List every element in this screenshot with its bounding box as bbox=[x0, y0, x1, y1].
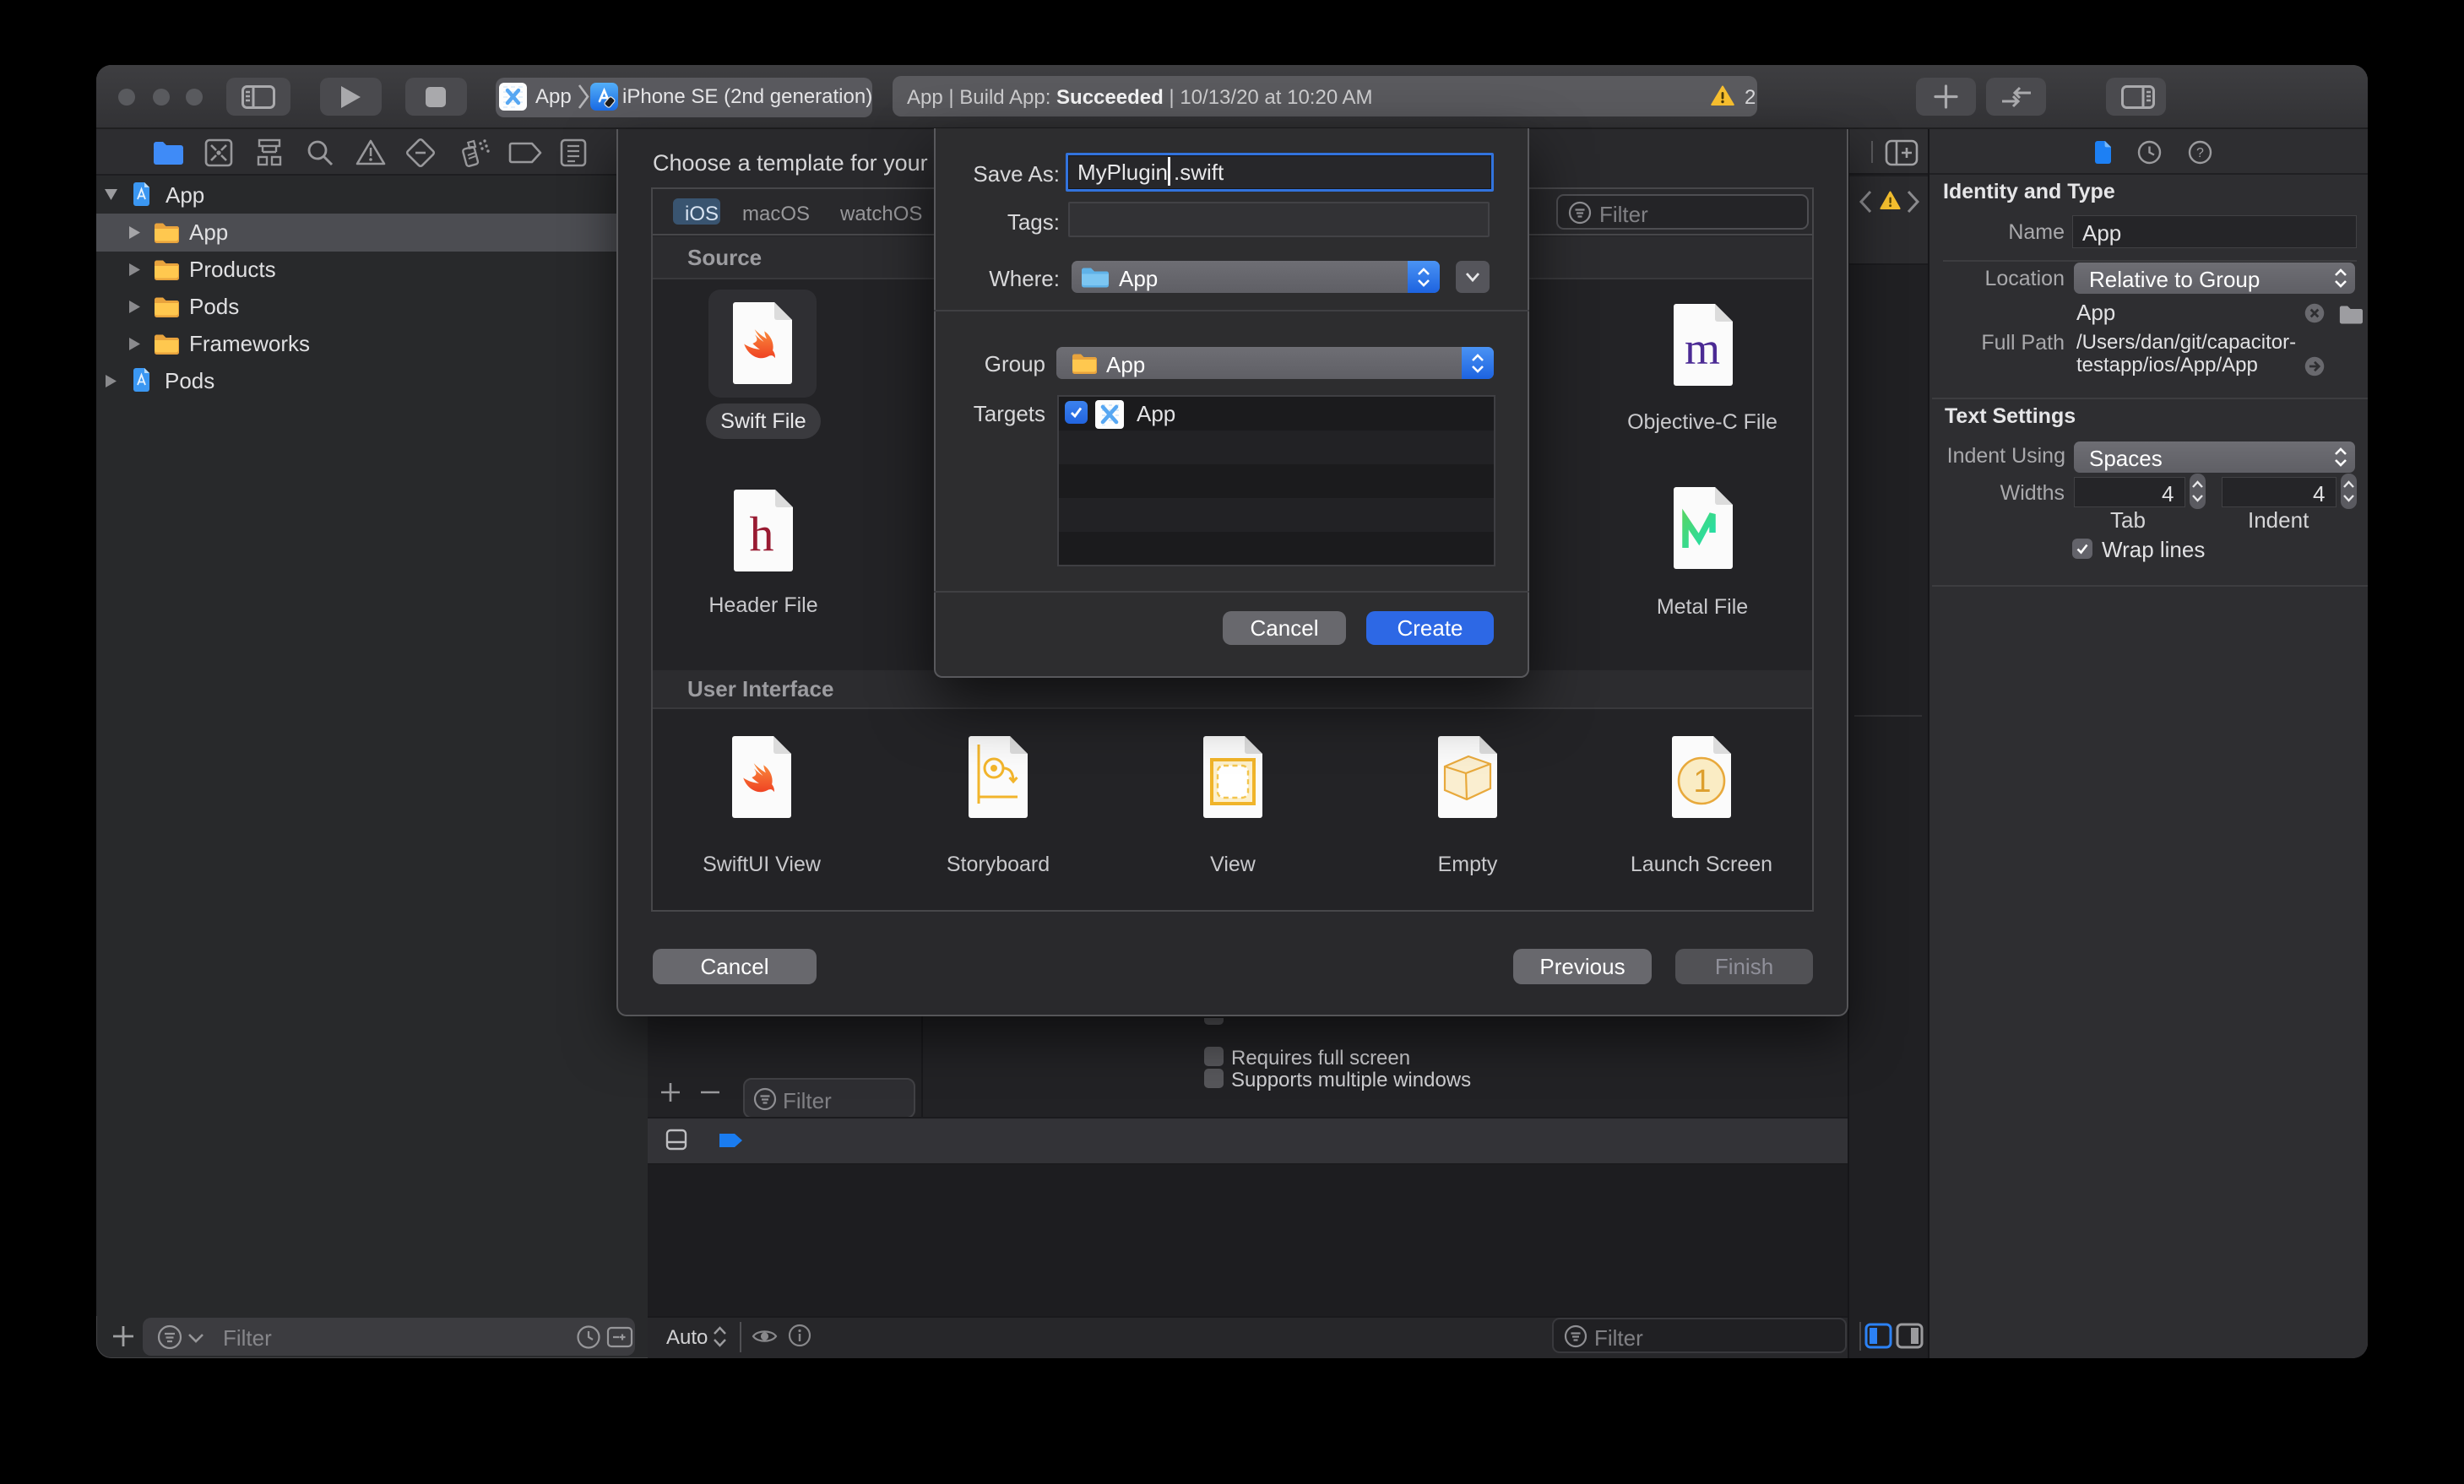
svg-text:h: h bbox=[750, 506, 774, 561]
svg-text:1: 1 bbox=[1693, 764, 1711, 799]
svg-text:?: ? bbox=[2196, 146, 2204, 160]
svg-text:m: m bbox=[1685, 323, 1720, 374]
